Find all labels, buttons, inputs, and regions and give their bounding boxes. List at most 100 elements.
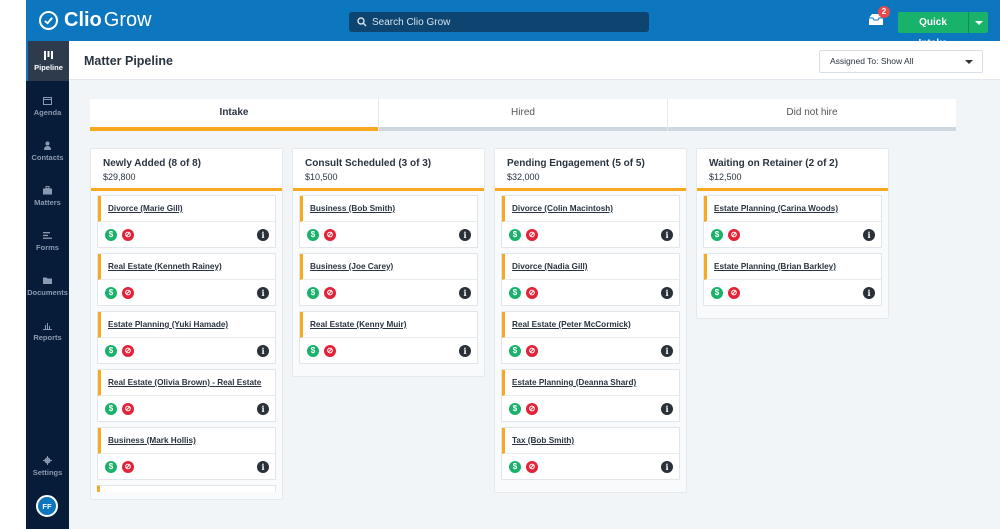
quick-intake-group: Quick Intake [898, 12, 988, 49]
dollar-icon[interactable]: $ [509, 344, 521, 357]
sidebar-item-matters[interactable]: Matters [26, 176, 69, 216]
card-header: Real Estate (Kenny Muir) [300, 312, 477, 338]
dollar-icon[interactable]: $ [509, 228, 521, 241]
dollar-icon[interactable]: $ [105, 228, 117, 241]
card-header: Real Estate (Olivia Brown) - Real Estate [98, 370, 275, 396]
block-icon[interactable]: ⊘ [324, 228, 336, 241]
briefcase-icon [43, 185, 52, 194]
card-actions: $ ⊘ i [704, 222, 881, 247]
card-actions: $ ⊘ i [98, 338, 275, 363]
info-icon[interactable]: i [459, 228, 471, 241]
info-icon[interactable]: i [257, 460, 269, 473]
card-actions: $ ⊘ i [98, 280, 275, 305]
matter-link[interactable]: Estate Planning (Deanna Shard) [512, 378, 636, 387]
matter-link[interactable]: Tax (Bob Smith) [512, 436, 574, 445]
info-icon[interactable]: i [257, 228, 269, 241]
matter-link[interactable]: Business (Mark Hollis) [108, 436, 196, 445]
dollar-icon[interactable]: $ [105, 460, 117, 473]
block-icon[interactable]: ⊘ [526, 402, 538, 415]
logo[interactable]: Clio Grow [39, 9, 152, 32]
assigned-to-select[interactable]: Assigned To: Show All [819, 50, 983, 73]
matter-link[interactable]: Divorce (Nadia Gill) [512, 262, 588, 271]
matter-link[interactable]: Real Estate (Olivia Brown) - Real Estate [108, 378, 261, 387]
dollar-icon[interactable]: $ [105, 344, 117, 357]
matter-link[interactable]: Business (Joe Carey) [310, 262, 393, 271]
dollar-icon[interactable]: $ [307, 344, 319, 357]
sidebar-item-pipeline[interactable]: Pipeline [26, 41, 69, 81]
matter-card: Business (Joe Carey) $ ⊘ i [299, 253, 478, 306]
matter-link[interactable]: Real Estate (Kenneth Rainey) [108, 262, 222, 271]
block-icon[interactable]: ⊘ [526, 460, 538, 473]
tab-intake[interactable]: Intake [90, 99, 379, 131]
info-icon[interactable]: i [257, 286, 269, 299]
search-input[interactable]: Search Clio Grow [349, 12, 649, 32]
dollar-icon[interactable]: $ [105, 402, 117, 415]
info-icon[interactable]: i [661, 286, 673, 299]
dollar-icon[interactable]: $ [307, 286, 319, 299]
matter-link[interactable]: Real Estate (Peter McCormick) [512, 320, 631, 329]
sidebar-item-documents[interactable]: Documents [26, 266, 69, 306]
matter-link[interactable]: Estate Planning (Yuki Hamade) [108, 320, 228, 329]
block-icon[interactable]: ⊘ [324, 286, 336, 299]
info-icon[interactable]: i [257, 344, 269, 357]
notifications-button[interactable]: 2 [868, 6, 890, 28]
info-icon[interactable]: i [661, 460, 673, 473]
matter-link[interactable]: Real Estate (Kenny Muir) [310, 320, 406, 329]
info-icon[interactable]: i [863, 286, 875, 299]
dollar-icon[interactable]: $ [711, 286, 723, 299]
matter-link[interactable]: Divorce (Marie Gill) [108, 204, 183, 213]
tab-hired[interactable]: Hired [379, 99, 668, 131]
sidebar-item-agenda[interactable]: Agenda [26, 86, 69, 126]
quick-intake-button[interactable]: Quick Intake [898, 12, 968, 49]
column-header: Pending Engagement (5 of 5) $32,000 [495, 149, 686, 191]
dollar-icon[interactable]: $ [509, 286, 521, 299]
sidebar-item-reports[interactable]: Reports [26, 311, 69, 351]
column-title: Newly Added (8 of 8) [103, 158, 201, 169]
info-icon[interactable]: i [863, 228, 875, 241]
dollar-icon[interactable]: $ [509, 460, 521, 473]
info-icon[interactable]: i [661, 228, 673, 241]
block-icon[interactable]: ⊘ [122, 344, 134, 357]
sidebar-item-settings[interactable]: Settings [26, 446, 69, 486]
sidebar-item-contacts[interactable]: Contacts [26, 131, 69, 171]
bar-chart-icon [43, 322, 52, 330]
block-icon[interactable]: ⊘ [728, 286, 740, 299]
block-icon[interactable]: ⊘ [122, 402, 134, 415]
block-icon[interactable]: ⊘ [526, 228, 538, 241]
tab-did-not-hire[interactable]: Did not hire [668, 99, 956, 131]
sidebar: Pipeline Agenda Contacts Matters Forms D… [26, 41, 69, 529]
calendar-icon [43, 96, 52, 105]
matter-link[interactable]: Divorce (Colin Macintosh) [512, 204, 613, 213]
block-icon[interactable]: ⊘ [122, 228, 134, 241]
folder-icon [43, 277, 52, 284]
block-icon[interactable]: ⊘ [122, 286, 134, 299]
sidebar-item-forms[interactable]: Forms [26, 221, 69, 261]
dollar-icon[interactable]: $ [711, 228, 723, 241]
block-icon[interactable]: ⊘ [728, 228, 740, 241]
check-circle-icon [39, 11, 58, 30]
block-icon[interactable]: ⊘ [324, 344, 336, 357]
card-actions: $ ⊘ i [300, 338, 477, 363]
matter-link[interactable]: Business (Bob Smith) [310, 204, 395, 213]
card-list: Divorce (Colin Macintosh) $ ⊘ i Divorce (Nad… [495, 191, 686, 492]
info-icon[interactable]: i [459, 286, 471, 299]
dollar-icon[interactable]: $ [105, 286, 117, 299]
matter-card: Real Estate (Peter McCormick) $ ⊘ i [501, 311, 680, 364]
matter-link[interactable]: Estate Planning (Brian Barkley) [714, 262, 836, 271]
column-title: Consult Scheduled (3 of 3) [305, 158, 432, 169]
dollar-icon[interactable]: $ [307, 228, 319, 241]
quick-intake-dropdown[interactable] [968, 12, 988, 33]
info-icon[interactable]: i [459, 344, 471, 357]
column-amount: $10,500 [305, 172, 338, 182]
matter-card: Estate Planning (Carina Woods) $ ⊘ i [703, 195, 882, 248]
matter-link[interactable]: Estate Planning (Carina Woods) [714, 204, 838, 213]
block-icon[interactable]: ⊘ [122, 460, 134, 473]
block-icon[interactable]: ⊘ [526, 344, 538, 357]
info-icon[interactable]: i [257, 402, 269, 415]
block-icon[interactable]: ⊘ [526, 286, 538, 299]
info-icon[interactable]: i [661, 344, 673, 357]
avatar[interactable]: FF [36, 495, 58, 517]
info-icon[interactable]: i [661, 402, 673, 415]
sidebar-item-label: Reports [33, 332, 62, 342]
dollar-icon[interactable]: $ [509, 402, 521, 415]
